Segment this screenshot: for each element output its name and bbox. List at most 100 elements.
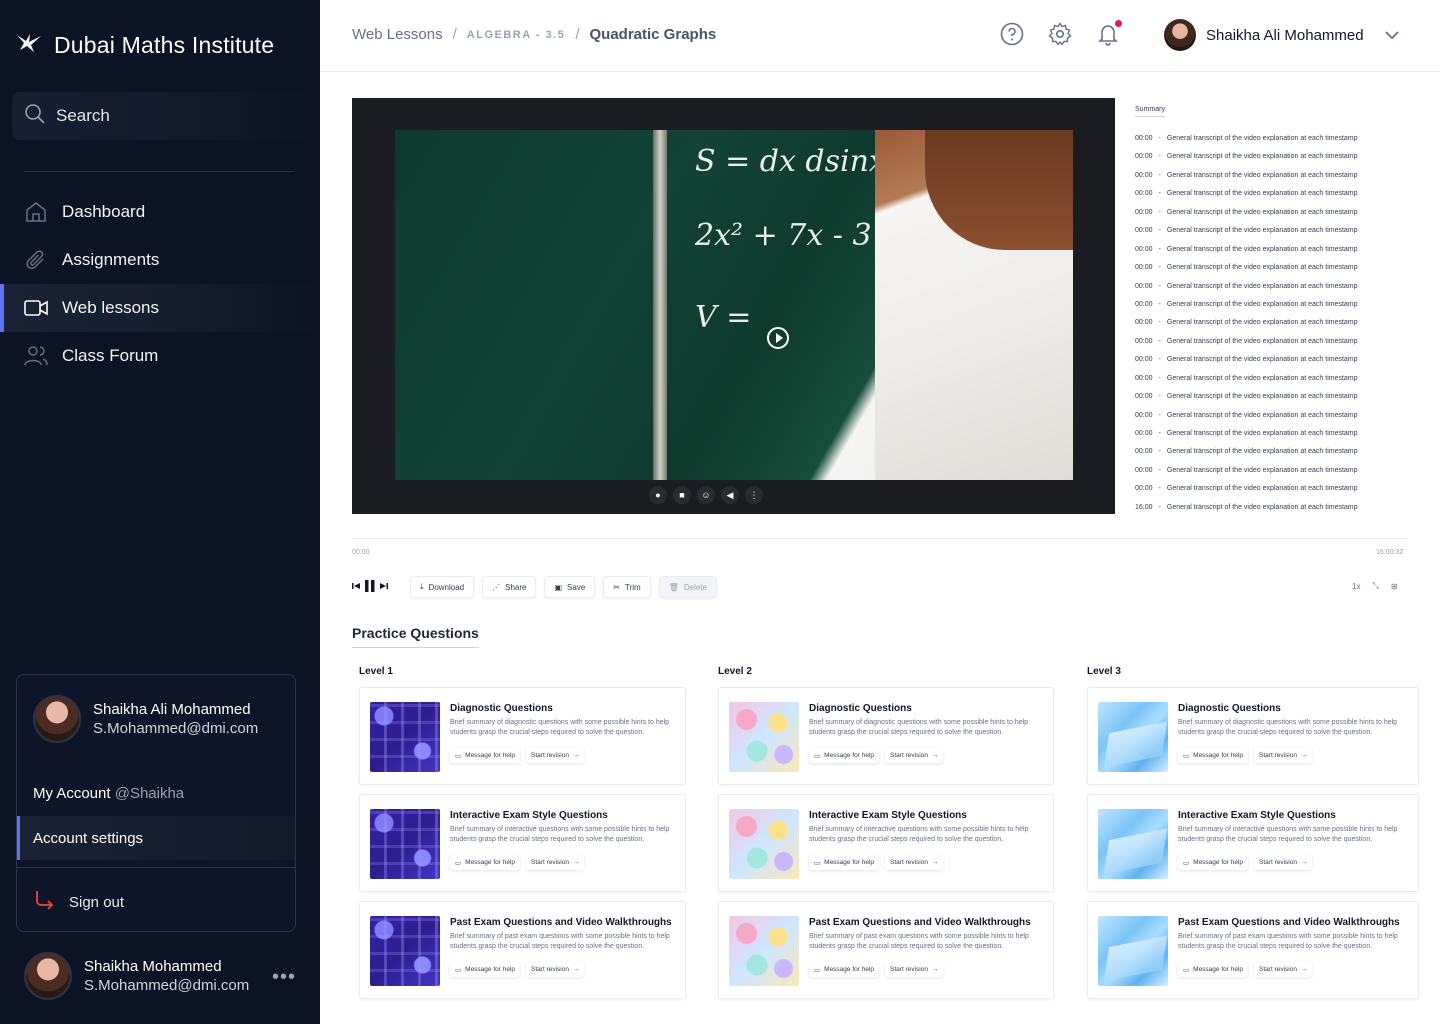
breadcrumb-web-lessons[interactable]: Web Lessons (352, 26, 443, 43)
practice-card[interactable]: Diagnostic Questions Brief summary of dia… (359, 687, 686, 785)
video-player[interactable]: S = dx dsinx 2x² + 7x - 3 = 0 V = ● ■ ☺ … (352, 98, 1115, 514)
top-header: Web Lessons / ALGEBRA - 3.5 / Quadratic … (320, 0, 1440, 72)
grid-view-icon[interactable]: ⊞ (1391, 582, 1398, 591)
save-button[interactable]: ▣ Save (544, 576, 596, 598)
summary-row[interactable]: 00:00- General transcript of the video ex… (1135, 283, 1395, 301)
message-for-help-button[interactable]: ▭ Message for help (1178, 748, 1249, 763)
summary-row[interactable]: 00:00- General transcript of the video ex… (1135, 301, 1395, 319)
summary-row[interactable]: 00:00- General transcript of the video ex… (1135, 356, 1395, 374)
timeline-track[interactable] (352, 538, 1408, 539)
brand[interactable]: Dubai Maths Institute (16, 32, 274, 59)
message-for-help-button[interactable]: ▭ Message for help (450, 855, 521, 870)
practice-card[interactable]: Past Exam Questions and Video Walkthroug… (359, 901, 686, 999)
summary-row[interactable]: 00:00- General transcript of the video ex… (1135, 393, 1395, 411)
summary-dash: - (1158, 430, 1161, 437)
sidebar-item-web-lessons[interactable]: Web lessons (0, 284, 320, 332)
trash-icon: 🗑 (668, 582, 679, 592)
camera-icon[interactable]: ■ (673, 486, 691, 504)
more-vertical-icon[interactable]: ⋮ (745, 486, 763, 504)
share-button[interactable]: ⋰ Share (482, 576, 537, 598)
card-thumbnail (370, 809, 440, 879)
start-revision-button[interactable]: Start revision → (526, 855, 585, 870)
practice-card[interactable]: Diagnostic Questions Brief summary of dia… (1087, 687, 1419, 785)
summary-row[interactable]: 00:00- General transcript of the video ex… (1135, 153, 1395, 171)
practice-card[interactable]: Past Exam Questions and Video Walkthroug… (718, 901, 1054, 999)
microphone-icon[interactable]: ● (649, 486, 667, 504)
summary-row[interactable]: 00:00- General transcript of the video ex… (1135, 338, 1395, 356)
summary-row[interactable]: 00:00- General transcript of the video ex… (1135, 319, 1395, 337)
practice-card[interactable]: Diagnostic Questions Brief summary of dia… (718, 687, 1054, 785)
card-title: Diagnostic Questions (1178, 703, 1281, 714)
message-for-help-button[interactable]: ▭ Message for help (1178, 855, 1249, 870)
account-settings-link[interactable]: Account settings (17, 816, 295, 860)
summary-text: General transcript of the video explanat… (1166, 337, 1358, 345)
summary-row[interactable]: 00:00- General transcript of the video ex… (1135, 135, 1395, 153)
more-options-icon[interactable]: ••• (272, 966, 296, 989)
practice-card[interactable]: Past Exam Questions and Video Walkthroug… (1087, 901, 1419, 999)
start-revision-button[interactable]: Start revision → (885, 962, 944, 977)
summary-time: 00:00 (1135, 208, 1153, 216)
message-for-help-button[interactable]: ▭ Message for help (450, 748, 521, 763)
download-button[interactable]: ⤓ Download (410, 576, 475, 598)
start-revision-button[interactable]: Start revision → (526, 748, 585, 763)
current-user[interactable]: Shaikha Mohammed S.Mohammed@dmi.com (24, 952, 304, 1000)
breadcrumb-algebra[interactable]: ALGEBRA - 3.5 (467, 29, 566, 41)
summary-row[interactable]: 00:00- General transcript of the video ex… (1135, 412, 1395, 430)
message-for-help-button[interactable]: ▭ Message for help (809, 748, 880, 763)
sidebar-item-assignments[interactable]: Assignments (0, 236, 320, 284)
summary-row[interactable]: 00:00- General transcript of the video ex… (1135, 227, 1395, 245)
sign-out-button[interactable]: Sign out (33, 889, 124, 915)
summary-row[interactable]: 00:00- General transcript of the video ex… (1135, 448, 1395, 466)
breadcrumb-current: Quadratic Graphs (589, 26, 717, 43)
summary-text: General transcript of the video explanat… (1166, 264, 1358, 272)
trim-button[interactable]: ✂ Trim (603, 576, 651, 598)
skip-forward-icon[interactable] (380, 582, 388, 592)
level-label: Level 3 (1087, 666, 1121, 677)
start-revision-button[interactable]: Start revision → (1254, 962, 1313, 977)
minimize-icon[interactable]: ⤡ (1372, 581, 1378, 591)
sidebar-item-class-forum[interactable]: Class Forum (0, 332, 320, 380)
summary-row[interactable]: 00:00- General transcript of the video ex… (1135, 485, 1395, 503)
summary-tab[interactable]: Summary (1135, 106, 1165, 117)
start-revision-button[interactable]: Start revision → (1254, 748, 1313, 763)
practice-card[interactable]: Interactive Exam Style Questions Brief su… (1087, 794, 1419, 892)
summary-row[interactable]: 00:00- General transcript of the video ex… (1135, 246, 1395, 264)
pause-icon[interactable] (364, 579, 376, 595)
user-menu[interactable]: Shaikha Ali Mohammed (1164, 19, 1400, 51)
volume-icon[interactable]: ◀ (721, 486, 739, 504)
playback-speed[interactable]: 1x (1352, 582, 1360, 591)
summary-text: General transcript of the video explanat… (1166, 448, 1358, 456)
my-account-link[interactable]: My Account @Shaikha (33, 785, 184, 802)
summary-time: 00:00 (1135, 282, 1153, 290)
message-for-help-button[interactable]: ▭ Message for help (809, 962, 880, 977)
sidebar-item-label: Dashboard (62, 202, 146, 221)
practice-card[interactable]: Interactive Exam Style Questions Brief su… (718, 794, 1054, 892)
start-revision-button[interactable]: Start revision → (885, 748, 944, 763)
message-for-help-button[interactable]: ▭ Message for help (450, 962, 521, 977)
practice-card[interactable]: Interactive Exam Style Questions Brief su… (359, 794, 686, 892)
emoji-icon[interactable]: ☺ (697, 486, 715, 504)
start-revision-button[interactable]: Start revision → (1254, 855, 1313, 870)
settings-gear-icon[interactable] (1048, 22, 1072, 46)
start-revision-button[interactable]: Start revision → (885, 855, 944, 870)
summary-row[interactable]: 00:00- General transcript of the video ex… (1135, 190, 1395, 208)
search-input[interactable]: Search (12, 92, 312, 140)
summary-row[interactable]: 00:00- General transcript of the video ex… (1135, 375, 1395, 393)
message-for-help-button[interactable]: ▭ Message for help (1178, 962, 1249, 977)
summary-row[interactable]: 00:00- General transcript of the video ex… (1135, 264, 1395, 282)
summary-row[interactable]: 00:00- General transcript of the video ex… (1135, 209, 1395, 227)
video-frame[interactable]: S = dx dsinx 2x² + 7x - 3 = 0 V = (395, 130, 1073, 480)
summary-row[interactable]: 00:00- General transcript of the video ex… (1135, 430, 1395, 448)
sidebar-item-dashboard[interactable]: Dashboard (0, 188, 320, 236)
notification-bell-icon[interactable] (1096, 20, 1122, 46)
summary-row[interactable]: 00:00- General transcript of the video ex… (1135, 467, 1395, 485)
message-for-help-button[interactable]: ▭ Message for help (809, 855, 880, 870)
skip-back-icon[interactable] (352, 582, 360, 592)
start-revision-button[interactable]: Start revision → (526, 962, 585, 977)
summary-row[interactable]: 16:00- General transcript of the video ex… (1135, 504, 1395, 522)
summary-dash: - (1158, 208, 1161, 216)
summary-row[interactable]: 00:00- General transcript of the video ex… (1135, 172, 1395, 190)
play-icon[interactable] (767, 327, 789, 349)
delete-button[interactable]: 🗑 Delete (658, 576, 717, 598)
help-icon[interactable] (1000, 22, 1024, 46)
